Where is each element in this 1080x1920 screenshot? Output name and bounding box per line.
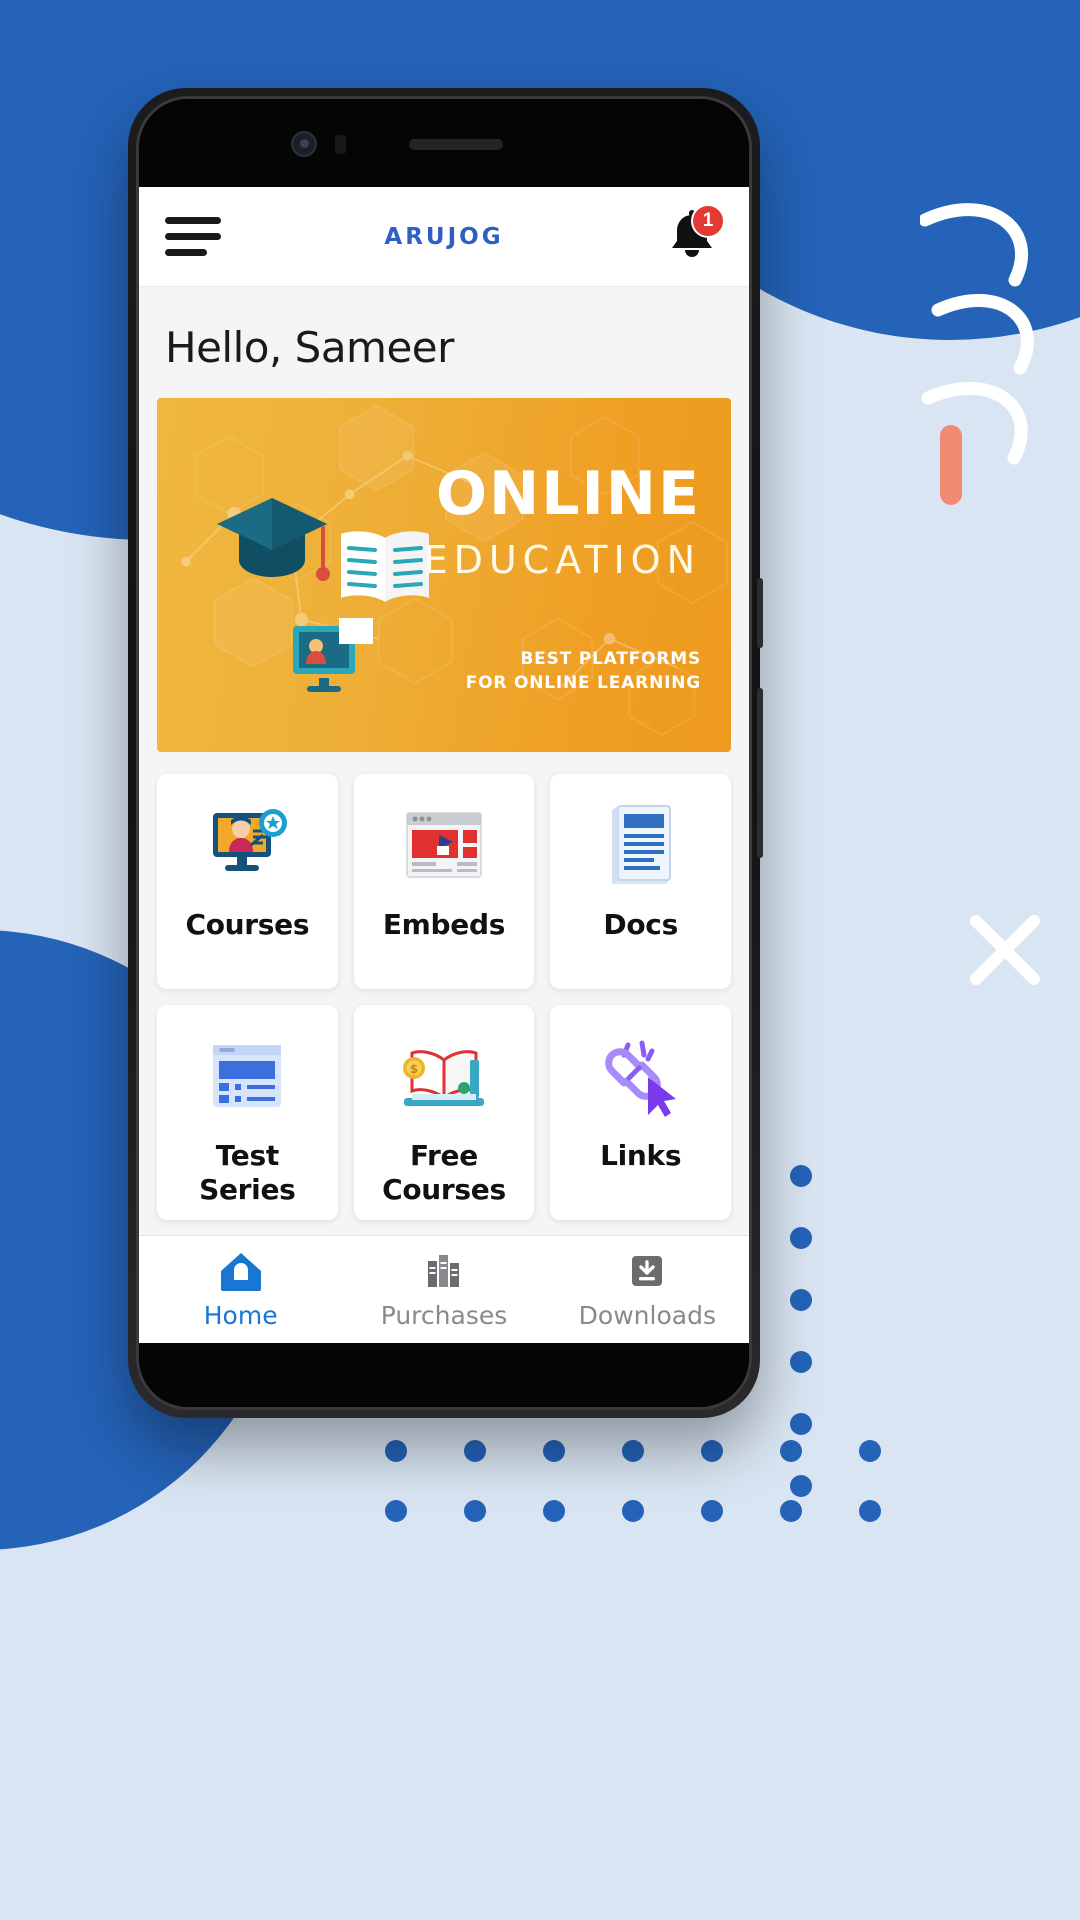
test-list-window-icon — [205, 1031, 289, 1125]
earpiece-speaker — [409, 139, 503, 150]
phone-top-bezel — [139, 99, 749, 187]
decor-dot — [859, 1440, 881, 1462]
decor-dot — [780, 1440, 802, 1462]
banner-title: ONLINE — [436, 459, 701, 529]
hamburger-menu-icon[interactable] — [165, 217, 221, 256]
nav-item-downloads[interactable]: Downloads — [546, 1249, 749, 1330]
decor-dot — [790, 1475, 812, 1497]
greeting-text: Hello, Sameer — [165, 323, 454, 372]
banner-tagline-line1: BEST PLATFORMS — [520, 648, 701, 669]
decor-dot — [385, 1500, 407, 1522]
banner-headline-group: ONLINE EDUCATION — [424, 464, 701, 582]
app-bar: ARUJOG 1 — [139, 187, 749, 287]
grid-card-label: Embeds — [382, 908, 506, 941]
open-book-coin-icon: $ — [398, 1031, 490, 1125]
browser-video-embed-icon — [401, 800, 487, 894]
banner-tagline: BEST PLATFORMS FOR ONLINE LEARNING — [466, 647, 701, 696]
decor-dot — [790, 1413, 812, 1435]
decor-dot — [622, 1500, 644, 1522]
nav-label: Home — [203, 1301, 278, 1330]
grid-card-label: Links — [600, 1139, 682, 1172]
notification-badge: 1 — [691, 203, 725, 238]
graduation-cap-illustration — [217, 498, 330, 581]
grid-card-label: Free Courses — [382, 1139, 506, 1207]
grid-card-docs[interactable]: Docs — [550, 774, 731, 989]
grid-card-label-line2: Series — [199, 1173, 296, 1207]
grid-card-embeds[interactable]: Embeds — [353, 774, 535, 989]
grid-card-label: Courses — [185, 908, 310, 941]
grid-card-label: Test Series — [199, 1139, 296, 1207]
feature-grid: Courses Embeds Docs Test Series $ Free C… — [139, 752, 749, 1220]
bottom-navigation-bar: Home Purchases Downloads — [139, 1235, 749, 1343]
volume-button[interactable] — [757, 688, 763, 858]
decor-dot — [790, 1289, 812, 1311]
phone-screen: ARUJOG 1 Hello, Sameer ONLINE EDUCATION … — [139, 187, 749, 1343]
nav-label: Downloads — [578, 1301, 716, 1330]
grid-card-label-line1: Test — [215, 1139, 280, 1172]
decor-dot — [790, 1351, 812, 1373]
banner-subtitle: EDUCATION — [423, 538, 701, 582]
decor-dot — [464, 1500, 486, 1522]
decor-dot — [385, 1440, 407, 1462]
open-book-illustration — [341, 531, 429, 602]
decor-dot — [790, 1165, 812, 1187]
grid-card-label: Docs — [603, 908, 678, 941]
grid-card-courses[interactable]: Courses — [157, 774, 338, 989]
front-camera-icon — [291, 131, 317, 157]
grid-card-test-series[interactable]: Test Series — [157, 1005, 338, 1220]
decor-dot — [543, 1440, 565, 1462]
svg-text:$: $ — [410, 1062, 418, 1076]
decor-dot — [543, 1500, 565, 1522]
grid-card-links[interactable]: Links — [550, 1005, 731, 1220]
download-icon — [632, 1256, 663, 1286]
nav-item-purchases[interactable]: Purchases — [342, 1249, 545, 1330]
decor-dot — [859, 1500, 881, 1522]
decor-dot — [701, 1440, 723, 1462]
notifications-button[interactable]: 1 — [661, 203, 725, 268]
phone-bottom-bezel — [139, 1343, 749, 1407]
power-button[interactable] — [757, 578, 763, 648]
decor-dot — [790, 1227, 812, 1249]
decor-dot — [464, 1440, 486, 1462]
decor-dot — [622, 1440, 644, 1462]
nav-item-home[interactable]: Home — [139, 1249, 342, 1330]
nav-label: Purchases — [380, 1301, 508, 1330]
proximity-sensor-icon — [335, 135, 346, 154]
document-page-icon — [602, 800, 680, 894]
x-decoration-icon — [970, 915, 1040, 985]
books-icon — [427, 1255, 459, 1287]
main-content: Hello, Sameer ONLINE EDUCATION BEST PLAT… — [139, 287, 749, 1343]
grid-card-label-line1: Free — [410, 1139, 478, 1172]
decor-dot — [701, 1500, 723, 1522]
grid-card-free-courses[interactable]: $ Free Courses — [353, 1005, 535, 1220]
grid-card-label-line2: Courses — [382, 1173, 506, 1207]
link-cursor-icon — [598, 1031, 684, 1125]
home-icon — [220, 1253, 261, 1291]
online-course-monitor-icon — [201, 800, 293, 894]
decor-dot — [780, 1500, 802, 1522]
banner-tagline-line2: FOR ONLINE LEARNING — [465, 673, 701, 694]
promo-banner[interactable]: ONLINE EDUCATION BEST PLATFORMS FOR ONLI… — [157, 398, 731, 752]
phone-device-frame: ARUJOG 1 Hello, Sameer ONLINE EDUCATION … — [128, 88, 763, 1418]
elearning-monitor-illustration — [293, 618, 373, 692]
wave-decoration-icon — [920, 203, 1034, 465]
app-logo-text: ARUJOG — [384, 223, 504, 250]
